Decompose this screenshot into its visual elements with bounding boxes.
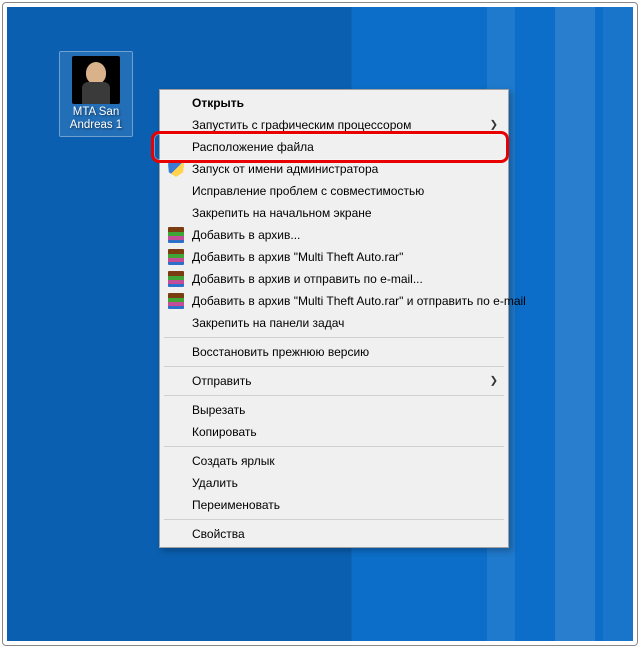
desktop-shortcut[interactable]: MTA San Andreas 1 xyxy=(59,51,133,137)
menu-item-label: Удалить xyxy=(192,476,238,490)
menu-item-label: Копировать xyxy=(192,425,257,439)
menu-item-label: Переименовать xyxy=(192,498,280,512)
menu-item-label: Расположение файла xyxy=(192,140,314,154)
rar-icon xyxy=(168,293,184,309)
menu-item-label: Отправить xyxy=(192,374,252,388)
menu-item[interactable]: Свойства xyxy=(162,523,506,545)
menu-item-label: Открыть xyxy=(192,96,244,110)
chevron-right-icon: ❯ xyxy=(490,376,498,387)
menu-item[interactable]: Закрепить на панели задач xyxy=(162,312,506,334)
menu-item[interactable]: Копировать xyxy=(162,421,506,443)
context-menu: Открыть Запустить с графическим процессор… xyxy=(159,89,509,548)
menu-item[interactable]: Расположение файла xyxy=(162,136,506,158)
menu-separator xyxy=(164,519,504,520)
shortcut-icon xyxy=(72,56,120,104)
menu-separator xyxy=(164,395,504,396)
wallpaper-beam xyxy=(603,7,633,641)
menu-item-label: Закрепить на панели задач xyxy=(192,316,344,330)
wallpaper-beam xyxy=(555,7,595,641)
menu-item-label: Добавить в архив и отправить по e-mail..… xyxy=(192,272,423,286)
menu-item[interactable]: Отправить ❯ xyxy=(162,370,506,392)
menu-item-label: Добавить в архив "Multi Theft Auto.rar" … xyxy=(192,294,526,308)
menu-item-label: Создать ярлык xyxy=(192,454,275,468)
menu-item[interactable]: Восстановить прежнюю версию xyxy=(162,341,506,363)
rar-icon xyxy=(168,249,184,265)
menu-item-label: Вырезать xyxy=(192,403,245,417)
menu-item[interactable]: Исправление проблем с совместимостью xyxy=(162,180,506,202)
menu-item[interactable]: Вырезать xyxy=(162,399,506,421)
menu-item-label: Добавить в архив "Multi Theft Auto.rar" xyxy=(192,250,403,264)
screenshot-frame: MTA San Andreas 1 Открыть Запустить с гра… xyxy=(2,2,638,646)
menu-item-label: Исправление проблем с совместимостью xyxy=(192,184,424,198)
shortcut-label: MTA San Andreas 1 xyxy=(62,106,130,132)
menu-item-label: Закрепить на начальном экране xyxy=(192,206,372,220)
menu-item[interactable]: Открыть xyxy=(162,92,506,114)
menu-separator xyxy=(164,366,504,367)
menu-item[interactable]: Удалить xyxy=(162,472,506,494)
menu-item[interactable]: Закрепить на начальном экране xyxy=(162,202,506,224)
windows-desktop: MTA San Andreas 1 Открыть Запустить с гра… xyxy=(7,7,633,641)
menu-item[interactable]: Добавить в архив... xyxy=(162,224,506,246)
rar-icon xyxy=(168,271,184,287)
shield-icon xyxy=(168,161,184,177)
menu-item-label: Восстановить прежнюю версию xyxy=(192,345,369,359)
menu-item-label: Запустить с графическим процессором xyxy=(192,118,411,132)
rar-icon xyxy=(168,227,184,243)
chevron-right-icon: ❯ xyxy=(490,120,498,131)
menu-item-label: Добавить в архив... xyxy=(192,228,300,242)
menu-item[interactable]: Добавить в архив "Multi Theft Auto.rar" … xyxy=(162,290,506,312)
menu-item[interactable]: Переименовать xyxy=(162,494,506,516)
menu-separator xyxy=(164,337,504,338)
menu-item[interactable]: Запустить с графическим процессором ❯ xyxy=(162,114,506,136)
menu-item-label: Запуск от имени администратора xyxy=(192,162,378,176)
menu-separator xyxy=(164,446,504,447)
menu-item[interactable]: Добавить в архив и отправить по e-mail..… xyxy=(162,268,506,290)
menu-item[interactable]: Создать ярлык xyxy=(162,450,506,472)
menu-item[interactable]: Добавить в архив "Multi Theft Auto.rar" xyxy=(162,246,506,268)
menu-item-label: Свойства xyxy=(192,527,245,541)
menu-item[interactable]: Запуск от имени администратора xyxy=(162,158,506,180)
